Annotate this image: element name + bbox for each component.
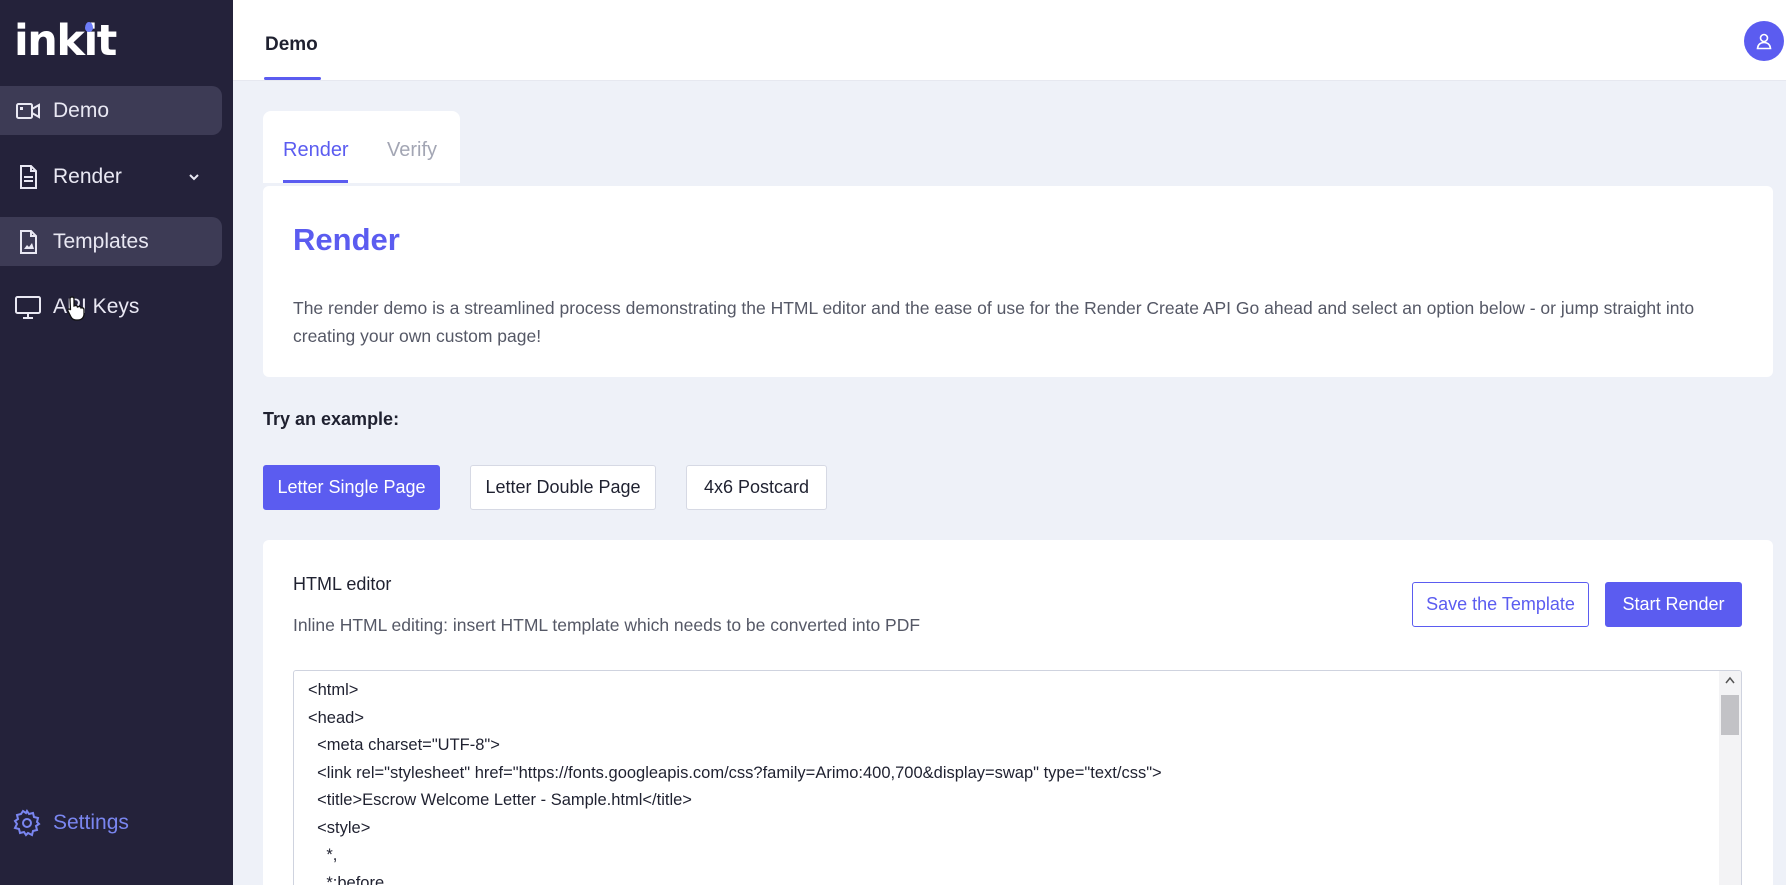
document-icon [20,164,37,189]
code-line: <style> [308,819,371,837]
active-tab-indicator [283,180,348,183]
save-template-button[interactable]: Save the Template [1412,582,1589,627]
letter-single-page-button[interactable]: Letter Single Page [263,465,440,510]
code-line: <link rel="stylesheet" href="https://fon… [308,764,1162,782]
gear-icon [13,809,41,837]
letter-double-page-button[interactable]: Letter Double Page [470,465,656,510]
start-render-button[interactable]: Start Render [1605,582,1742,627]
code-line: <title>Escrow Welcome Letter - Sample.ht… [308,791,692,809]
tab-verify[interactable]: Verify [387,139,437,162]
sidebar-item-settings[interactable]: Settings [0,801,222,845]
page-title: Render [293,222,400,257]
tab-demo[interactable]: Demo [265,34,318,56]
user-icon [1756,33,1772,50]
image-file-icon [20,229,37,254]
sidebar: inkit Demo Render Templates API Keys Set… [0,0,233,885]
html-editor-card: HTML editor Inline HTML editing: insert … [263,540,1773,885]
tab-render[interactable]: Render [283,139,349,162]
intro-description: The render demo is a streamlined process… [293,298,1695,346]
intro-card: Render The render demo is a streamlined … [263,186,1773,377]
code-line: <html> [308,681,359,699]
sidebar-item-api-keys[interactable]: API Keys [0,282,222,331]
logo-text: inkit [14,16,117,66]
render-verify-tabs: Render Verify [263,111,460,183]
settings-label: Settings [53,811,129,834]
code-line: <head> [308,709,364,727]
sidebar-item-templates[interactable]: Templates [0,217,222,266]
logo-drop-icon [85,22,93,32]
sidebar-item-label: Demo [53,98,110,122]
code-line: *:before, [308,874,389,885]
video-icon [16,102,40,119]
code-line: *, [308,846,338,864]
sidebar-item-label: Templates [53,229,149,253]
code-line: <meta charset="UTF-8"> [308,736,500,754]
chevron-down-icon[interactable] [186,169,202,185]
hand-cursor-icon [67,296,85,321]
scroll-up-arrow-icon[interactable] [1724,675,1736,685]
sidebar-item-label: Render [53,164,122,188]
examples-label: Try an example: [263,409,400,429]
sidebar-item-demo[interactable]: Demo [0,86,222,135]
active-tab-indicator [264,77,321,80]
monitor-icon [15,295,41,319]
editor-scrollbar[interactable] [1719,671,1741,885]
html-code-editor[interactable]: <html> <head> <meta charset="UTF-8"> <li… [293,670,1742,885]
editor-title: HTML editor [293,574,392,594]
postcard-4x6-button[interactable]: 4x6 Postcard [686,465,827,510]
sidebar-item-render[interactable]: Render [0,152,222,201]
avatar[interactable] [1744,21,1784,61]
editor-subtitle: Inline HTML editing: insert HTML templat… [293,615,921,635]
inkit-logo[interactable]: inkit [14,16,117,66]
topbar: Demo [233,0,1786,81]
scroll-thumb[interactable] [1721,695,1739,735]
